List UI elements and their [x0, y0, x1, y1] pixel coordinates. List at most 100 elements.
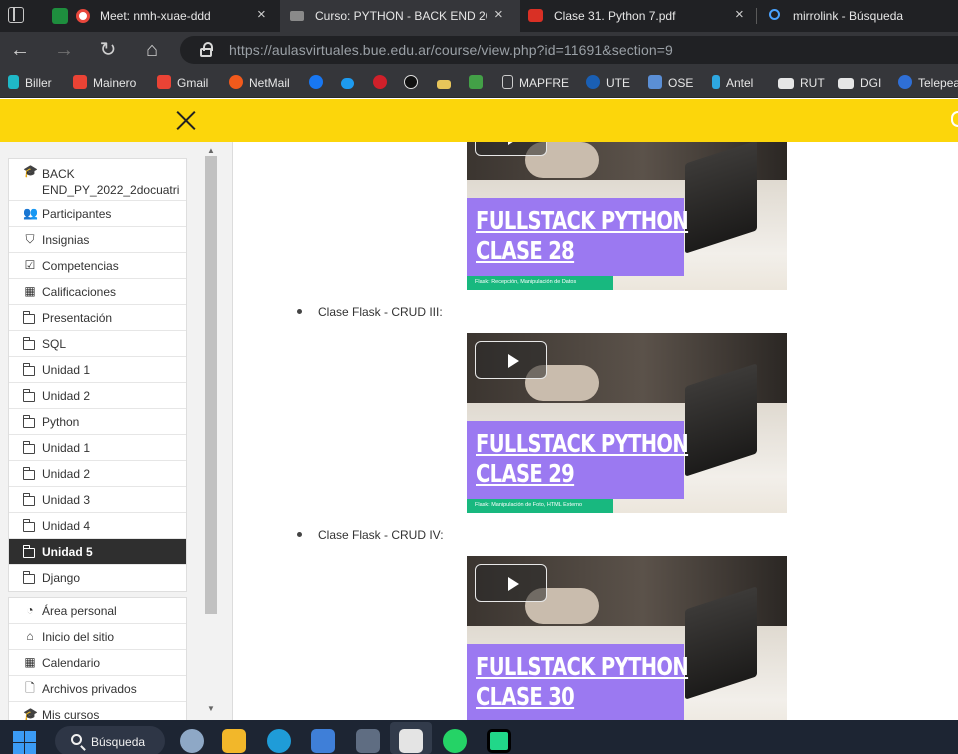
video-player[interactable]: FULLSTACK PYTHON CLASE 28 Flask: Recepci…	[467, 142, 787, 290]
nav-item-section[interactable]: Unidad 4	[9, 513, 186, 539]
file-icon: 🗋	[25, 681, 35, 695]
tab-course[interactable]: Curso: PYTHON - BACK END 2022 ×	[280, 0, 520, 32]
bookmark-red[interactable]	[373, 75, 393, 91]
store-icon[interactable]	[311, 729, 335, 753]
nav-item-django[interactable]: Django	[9, 565, 186, 591]
google-meet-icon	[52, 8, 68, 24]
bookmark-biller[interactable]: Biller	[8, 75, 52, 91]
video-title-card: FULLSTACK PYTHON CLASE 30	[467, 644, 689, 720]
start-tile	[25, 731, 36, 742]
nav-item-insignias[interactable]: ⛉ Insignias	[9, 227, 186, 253]
play-button[interactable]	[475, 564, 547, 602]
play-button[interactable]	[475, 341, 547, 379]
url-text[interactable]: https://aulasvirtuales.bue.edu.ar/course…	[229, 42, 673, 58]
pdf-icon	[528, 9, 543, 22]
address-bar: ← → ↻ ⌂ https://aulasvirtuales.bue.edu.a…	[0, 32, 958, 68]
dashboard-icon: ◔	[26, 603, 34, 617]
antel-icon	[712, 75, 720, 89]
graduation-cap-icon: 🎓	[23, 164, 38, 178]
dgi-icon	[778, 78, 794, 89]
site-nav-group: ◔ Área personal ⌂ Inicio del sitio ▦ Calend…	[8, 597, 187, 720]
bookmark-antel[interactable]: Antel	[712, 75, 753, 91]
bookmark-sheet[interactable]	[469, 75, 489, 91]
list-bullet	[297, 532, 302, 537]
nav-item-participantes[interactable]: 👥 Participantes	[9, 201, 186, 227]
whatsapp-icon[interactable]	[443, 729, 467, 753]
biller-icon	[8, 75, 19, 89]
nav-item-competencias[interactable]: ☑ Competencias	[9, 253, 186, 279]
edge-browser-icon[interactable]	[267, 729, 291, 753]
nav-item-section[interactable]: Unidad 1	[9, 435, 186, 461]
nav-item-section[interactable]: Presentación	[9, 305, 186, 331]
nav-item-section[interactable]: SQL	[9, 331, 186, 357]
nav-item-section[interactable]: Unidad 1	[9, 357, 186, 383]
file-explorer-icon[interactable]	[222, 729, 246, 753]
ticket-icon	[437, 80, 451, 89]
taskbar-search[interactable]: Búsqueda	[55, 726, 165, 754]
nav-item-unidad-5-current[interactable]: Unidad 5	[9, 539, 186, 565]
ose-icon	[648, 75, 662, 89]
sidebar-scrollbar-thumb[interactable]	[205, 156, 217, 614]
bookmark-ute[interactable]: UTE	[586, 75, 630, 91]
bookmark-netmail[interactable]: NetMail	[229, 75, 290, 91]
lock-icon[interactable]	[200, 42, 213, 57]
close-tab-icon[interactable]: ×	[735, 6, 744, 24]
play-button[interactable]	[475, 142, 547, 156]
close-drawer-icon[interactable]	[175, 109, 197, 131]
bookmark-facebook[interactable]	[309, 75, 329, 91]
tab-pdf[interactable]: Clase 31. Python 7.pdf ×	[520, 0, 755, 32]
tab-actions-icon[interactable]	[8, 7, 24, 23]
weather-icon[interactable]	[180, 729, 204, 753]
video-player[interactable]: FULLSTACK PYTHON CLASE 30	[467, 556, 787, 720]
video-player[interactable]: FULLSTACK PYTHON CLASE 29 Flask: Manipul…	[467, 333, 787, 513]
start-tile	[25, 743, 36, 754]
reload-button[interactable]: ↻	[97, 39, 119, 61]
folder-icon	[22, 441, 35, 454]
bookmark-ose[interactable]: OSE	[648, 75, 693, 91]
forward-button[interactable]: →	[53, 39, 75, 61]
nav-item-calendario[interactable]: ▦ Calendario	[9, 650, 186, 676]
nav-item-archivos[interactable]: 🗋 Archivos privados	[9, 676, 186, 702]
page-icon	[502, 75, 513, 89]
bookmark-ticket[interactable]	[437, 75, 457, 91]
close-tab-icon[interactable]: ×	[494, 6, 503, 24]
taskbar-search-label: Búsqueda	[91, 735, 146, 749]
list-bullet	[297, 309, 302, 314]
url-field[interactable]: https://aulasvirtuales.bue.edu.ar/course…	[180, 36, 958, 64]
pycharm-icon[interactable]	[487, 729, 511, 753]
windows-start-icon[interactable]	[13, 731, 37, 754]
video-title: FULLSTACK PYTHON CLASE 28	[476, 206, 689, 265]
bookmark-dgi[interactable]: DGI	[838, 75, 881, 91]
bookmark-gmail[interactable]: Gmail	[157, 75, 208, 91]
nav-item-course-home[interactable]: 🎓 BACK END_PY_2022_2docuatri	[9, 159, 186, 201]
nav-item-section[interactable]: Unidad 2	[9, 383, 186, 409]
home-button[interactable]: ⌂	[141, 39, 163, 61]
back-button[interactable]: ←	[9, 39, 31, 61]
nav-item-inicio[interactable]: ⌂ Inicio del sitio	[9, 624, 186, 650]
nav-item-mis-cursos[interactable]: 🎓 Mis cursos	[9, 702, 186, 720]
spreadsheet-icon	[469, 75, 483, 89]
search-icon[interactable]	[951, 111, 958, 127]
scroll-down-icon[interactable]: ▼	[206, 704, 216, 714]
scroll-up-icon[interactable]: ▲	[206, 146, 216, 156]
snipping-tool-icon[interactable]	[399, 729, 423, 753]
nav-item-section[interactable]: Python	[9, 409, 186, 435]
netmail-icon	[229, 75, 243, 89]
calculator-icon[interactable]	[356, 729, 380, 753]
calendar-icon: ▦	[24, 655, 36, 669]
tab-search[interactable]: mirrolink - Búsqueda	[757, 0, 958, 32]
close-tab-icon[interactable]: ×	[257, 6, 266, 24]
nav-item-area-personal[interactable]: ◔ Área personal	[9, 598, 186, 624]
bookmark-telepeaje[interactable]: Telepea	[898, 75, 958, 91]
folder-icon	[22, 519, 35, 532]
bookmark-rut[interactable]: RUT	[778, 75, 825, 91]
browser-window: Meet: nmh-xuae-ddd × Curso: PYTHON - BAC…	[0, 0, 958, 754]
bookmark-mapfre[interactable]: MAPFRE	[502, 75, 569, 91]
nav-item-section[interactable]: Unidad 3	[9, 487, 186, 513]
bookmark-twitter[interactable]	[341, 75, 360, 91]
bookmark-mainero[interactable]: Mainero	[73, 75, 136, 91]
nav-item-section[interactable]: Unidad 2	[9, 461, 186, 487]
bookmark-dark[interactable]	[404, 75, 424, 91]
nav-item-calificaciones[interactable]: ▦ Calificaciones	[9, 279, 186, 305]
tab-meet[interactable]: Meet: nmh-xuae-ddd ×	[40, 0, 280, 32]
